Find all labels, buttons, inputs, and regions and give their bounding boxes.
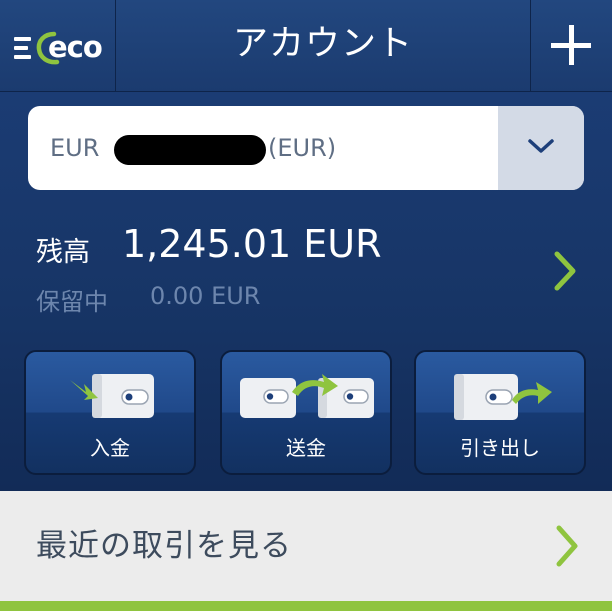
eco-logo: eco (36, 28, 104, 68)
recent-transactions-row[interactable]: 最近の取引を見る (0, 491, 612, 601)
balance-value: 1,245.01 EUR (122, 222, 382, 266)
add-button[interactable] (530, 0, 612, 92)
account-dropdown-button[interactable] (498, 106, 584, 190)
redacted-account-number (114, 135, 266, 165)
deposit-button[interactable]: 入金 (24, 350, 196, 475)
hamburger-menu-icon (14, 37, 31, 59)
transfer-label: 送金 (286, 436, 326, 460)
pending-value: 0.00 EUR (150, 282, 261, 310)
account-currency-suffix: (EUR) (268, 134, 337, 162)
balance-section[interactable]: 残高 1,245.01 EUR 保留中 0.00 EUR (0, 210, 612, 320)
balance-label: 残高 (36, 237, 90, 268)
pending-label: 保留中 (36, 288, 108, 316)
page-title: アカウント (232, 24, 413, 64)
transfer-button[interactable]: 送金 (220, 350, 392, 475)
chevron-right-icon (554, 251, 576, 291)
logo-text: eco (48, 30, 103, 64)
chevron-right-icon (556, 525, 578, 567)
withdraw-label: 引き出し (460, 436, 540, 460)
deposit-label: 入金 (90, 436, 130, 460)
recent-transactions-label: 最近の取引を見る (36, 528, 292, 564)
transfer-wallet-icon (240, 374, 374, 418)
withdraw-wallet-icon (454, 374, 552, 420)
deposit-wallet-icon (70, 374, 154, 418)
chevron-down-icon (528, 139, 554, 153)
withdraw-button[interactable]: 引き出し (414, 350, 586, 475)
account-selector[interactable]: EUR (EUR) (28, 106, 584, 190)
app-header: eco アカウント (0, 0, 612, 92)
accent-divider (0, 601, 612, 611)
menu-button[interactable]: eco (0, 0, 116, 92)
account-currency: EUR (50, 134, 100, 162)
